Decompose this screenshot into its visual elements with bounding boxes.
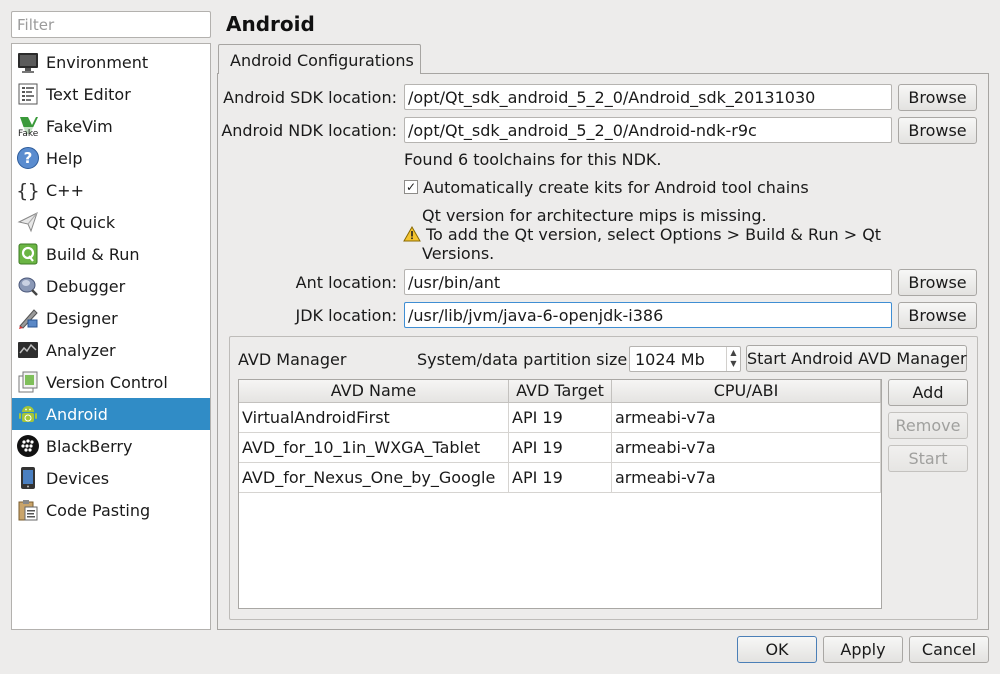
ndk-location-field[interactable]: /opt/Qt_sdk_android_5_2_0/Android-ndk-r9… [404,117,892,143]
help-icon: ? [16,146,40,170]
sidebar-item-label: C++ [46,180,84,200]
auto-create-kits-checkbox[interactable]: ✓ [404,180,418,194]
column-header-avd-name[interactable]: AVD Name [239,380,509,403]
sidebar-item-label: Build & Run [46,244,140,264]
jdk-location-field[interactable]: /usr/lib/jvm/java-6-openjdk-i386 [404,302,892,328]
jdk-browse-button[interactable]: Browse [898,302,977,329]
ndk-browse-button[interactable]: Browse [898,117,977,144]
table-cell-cpu-abi[interactable]: armeabi-v7a [612,403,881,433]
svg-text:?: ? [24,149,33,167]
start-avd-button[interactable]: Start [888,445,968,472]
sidebar-item-label: Environment [46,52,149,72]
sidebar-item-label: Help [46,148,83,168]
start-avd-manager-button[interactable]: Start Android AVD Manager [746,345,967,372]
sidebar-item-help[interactable]: ? Help [12,142,210,174]
spin-arrows-icon[interactable]: ▲ ▼ [726,347,740,371]
column-header-cpu-abi[interactable]: CPU/ABI [612,380,881,403]
sidebar-item-label: Debugger [46,276,126,296]
table-cell-avd-name[interactable]: VirtualAndroidFirst [239,403,509,433]
sidebar-item-environment[interactable]: Environment [12,46,210,78]
sidebar-item-label: Android [46,404,108,424]
sidebar-item-qt-quick[interactable]: Qt Quick [12,206,210,238]
sidebar-item-label: Designer [46,308,118,328]
sidebar-item-code-pasting[interactable]: Code Pasting [12,494,210,526]
sdk-location-field[interactable]: /opt/Qt_sdk_android_5_2_0/Android_sdk_20… [404,84,892,110]
analyzer-icon [16,338,40,362]
table-cell-cpu-abi[interactable]: armeabi-v7a [612,463,881,493]
cancel-button[interactable]: Cancel [909,636,989,663]
sidebar-item-label: Analyzer [46,340,116,360]
ndk-location-label: Android NDK location: [221,121,397,140]
toolchains-found-text: Found 6 toolchains for this NDK. [404,150,662,169]
debugger-icon [16,274,40,298]
auto-create-kits-label: Automatically create kits for Android to… [423,178,809,197]
ok-button[interactable]: OK [737,636,817,663]
table-cell-avd-name[interactable]: AVD_for_10_1in_WXGA_Tablet [239,433,509,463]
ant-location-field[interactable]: /usr/bin/ant [404,269,892,295]
partition-size-spinbox[interactable]: 1024 Mb ▲ ▼ [629,346,741,372]
sidebar-item-debugger[interactable]: Debugger [12,270,210,302]
sidebar-item-label: BlackBerry [46,436,133,456]
android-icon [16,402,40,426]
tab-android-configurations[interactable]: Android Configurations [218,44,421,74]
page-title: Android [226,12,315,36]
column-header-avd-target[interactable]: AVD Target [509,380,612,403]
remove-avd-button[interactable]: Remove [888,412,968,439]
fakevim-icon: Fake [16,114,40,139]
filter-input[interactable] [11,11,211,38]
sidebar-item-designer[interactable]: Designer [12,302,210,334]
designer-icon [16,306,40,330]
sdk-browse-button[interactable]: Browse [898,84,977,111]
add-avd-button[interactable]: Add [888,379,968,406]
jdk-location-label: JDK location: [295,306,398,325]
sidebar-item-blackberry[interactable]: BlackBerry [12,430,210,462]
sidebar-item-label: Code Pasting [46,500,151,520]
sidebar-item-analyzer[interactable]: Analyzer [12,334,210,366]
text-editor-icon [16,82,40,106]
sidebar-item-build-run[interactable]: Build & Run [12,238,210,270]
warning-text-line2: To add the Qt version, select Options > … [426,225,882,244]
qt-quick-icon [16,210,40,234]
sidebar-item-android[interactable]: Android [12,398,210,430]
blackberry-icon [16,434,40,458]
table-cell-avd-target[interactable]: API 19 [509,463,612,493]
table-cell-avd-target[interactable]: API 19 [509,403,612,433]
warning-text-line1: Qt version for architecture mips is miss… [422,206,767,225]
sidebar-item-label: FakeVim [46,116,113,136]
partition-size-value: 1024 Mb [635,350,705,369]
monitor-icon [16,50,40,74]
sdk-location-label: Android SDK location: [223,88,397,107]
table-cell-avd-target[interactable]: API 19 [509,433,612,463]
table-cell-cpu-abi[interactable]: armeabi-v7a [612,433,881,463]
options-category-list: Environment Text Editor Fake FakeVim ? H… [11,43,211,630]
avd-manager-title: AVD Manager [238,350,347,369]
warning-icon [403,225,421,242]
warning-text-line3: Versions. [422,244,495,263]
sidebar-item-label: Qt Quick [46,212,116,232]
ant-location-label: Ant location: [295,273,397,292]
sidebar-item-text-editor[interactable]: Text Editor [12,78,210,110]
sidebar-item-label: Version Control [46,372,168,392]
svg-text:{}: {} [17,180,40,202]
apply-button[interactable]: Apply [823,636,903,663]
sidebar-item-version-control[interactable]: Version Control [12,366,210,398]
fakevim-icon-text: Fake [18,129,39,138]
code-pasting-icon [16,498,40,522]
version-control-icon [16,370,40,394]
sidebar-item-fakevim[interactable]: Fake FakeVim [12,110,210,142]
devices-icon [16,466,40,490]
sidebar-item-devices[interactable]: Devices [12,462,210,494]
sidebar-item-label: Text Editor [46,84,131,104]
ant-browse-button[interactable]: Browse [898,269,977,296]
table-cell-avd-name[interactable]: AVD_for_Nexus_One_by_Google [239,463,509,493]
cpp-braces-icon: {} [16,178,40,202]
sidebar-item-label: Devices [46,468,110,488]
partition-size-label: System/data partition size: [417,350,633,369]
sidebar-item-cpp[interactable]: {} C++ [12,174,210,206]
avd-table: AVD Name AVD Target CPU/ABI VirtualAndro… [238,379,882,609]
build-run-icon [16,242,40,266]
